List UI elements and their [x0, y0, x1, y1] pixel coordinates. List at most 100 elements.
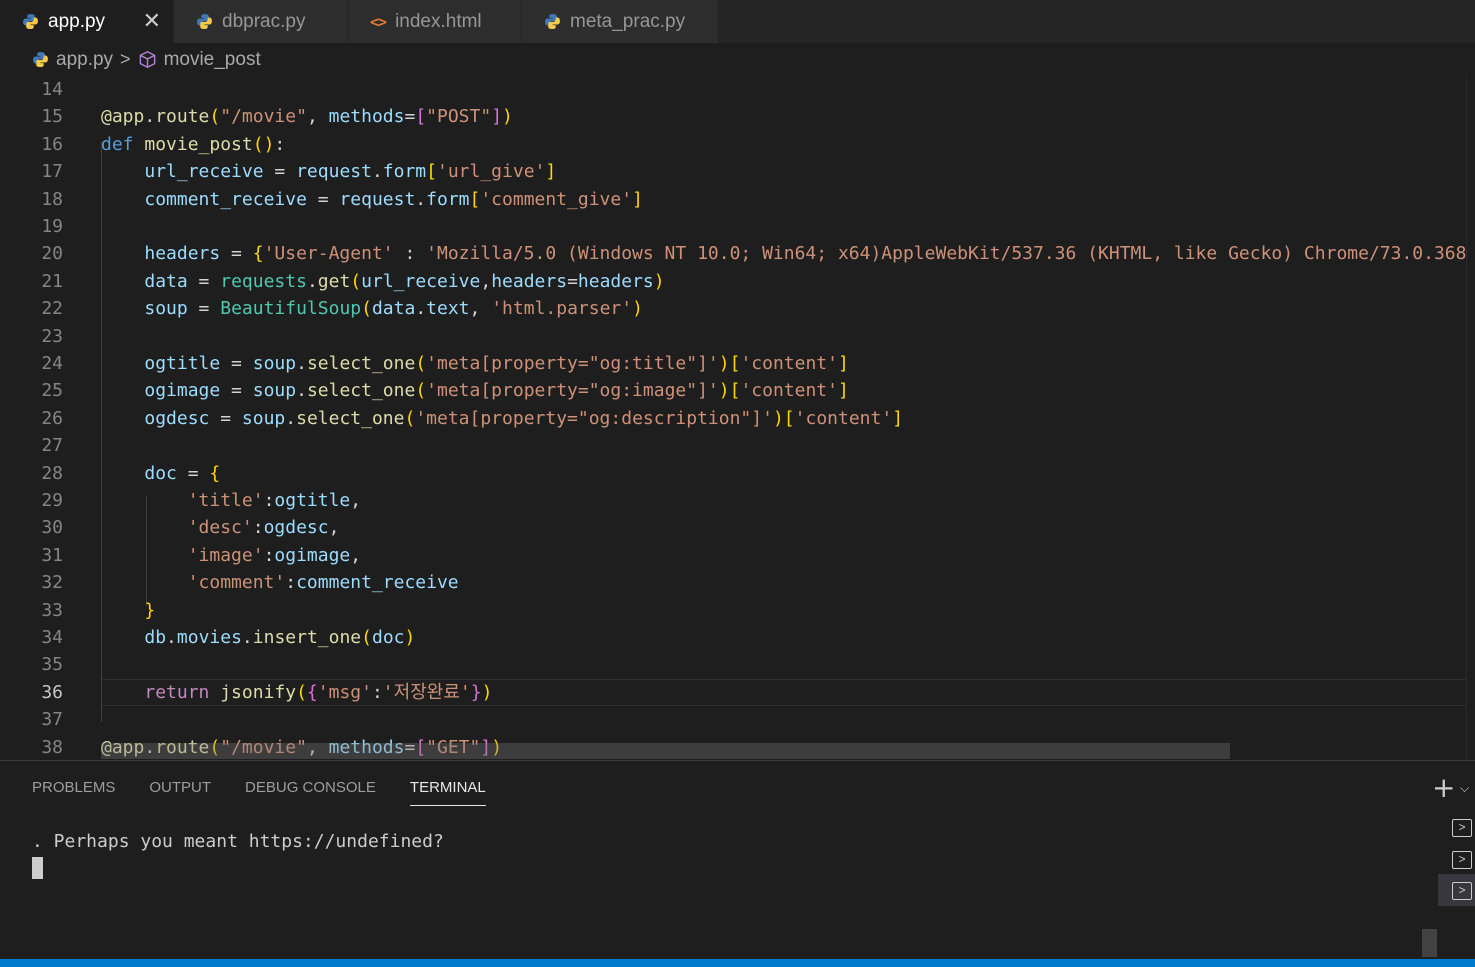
code-token: [ [729, 353, 741, 374]
code-text: @app.route("/movie", methods=["POST"]) [101, 103, 513, 130]
code-token: ogdesc [263, 517, 329, 539]
code-token: @app [101, 106, 145, 128]
code-line[interactable]: 30 'desc':ogdesc, [0, 514, 1470, 541]
tab-problems[interactable]: PROBLEMS [32, 779, 115, 805]
code-editor[interactable]: 14 15 @app.route("/movie", methods=["POST"… [0, 76, 1475, 760]
vertical-scrollbar[interactable] [1466, 76, 1475, 760]
python-icon [197, 14, 212, 29]
code-line[interactable]: 36 return jsonify({'msg':'저장완료'}) [0, 679, 1470, 706]
code-line[interactable]: 14 [0, 76, 1470, 103]
code-token: : [263, 490, 275, 511]
code-line[interactable]: 19 [0, 213, 1470, 240]
code-token: jsonify [220, 681, 297, 703]
terminal-scrollbar[interactable] [1422, 929, 1437, 957]
line-number: 28 [41, 462, 63, 484]
line-number: 27 [41, 435, 63, 457]
code-line[interactable]: 28 doc = { [0, 460, 1470, 487]
code-line[interactable]: 15 @app.route("/movie", methods=["POST"]) [0, 103, 1470, 130]
terminal-icon[interactable]: > [1452, 882, 1472, 900]
code-line[interactable]: 25 ogimage = soup.select_one('meta[prope… [0, 377, 1470, 404]
tab-debug-console[interactable]: DEBUG CONSOLE [245, 779, 376, 805]
code-token: soup [252, 353, 297, 374]
code-token: { [306, 681, 318, 703]
tab-meta-prac-py[interactable]: meta_prac.py [522, 0, 719, 43]
code-token: ) [772, 407, 784, 429]
code-token: ) [718, 353, 730, 374]
code-token: = [187, 270, 221, 292]
code-token: : [285, 572, 297, 594]
code-token: . [415, 298, 427, 320]
code-token: , [328, 517, 340, 539]
code-line[interactable]: 18 comment_receive = request.form['comme… [0, 186, 1470, 213]
code-line[interactable]: 20 headers = {'User-Agent' : 'Mozilla/5.… [0, 240, 1475, 267]
terminal-output[interactable]: . Perhaps you meant https://undefined? [32, 831, 444, 852]
code-line[interactable]: 23 [0, 323, 1470, 350]
code-token: BeautifulSoup [220, 298, 362, 320]
code-token: ] [545, 161, 557, 183]
line-number: 33 [41, 599, 63, 621]
terminal-icon[interactable]: > [1452, 819, 1472, 837]
code-line[interactable]: 29 'title':ogtitle, [0, 487, 1470, 514]
chevron-down-icon[interactable]: ⌵ [1460, 781, 1469, 796]
tab-app-py[interactable]: app.py ✕ [0, 0, 174, 43]
code-line[interactable]: 31 'image':ogimage, [0, 542, 1470, 569]
line-number: 24 [41, 353, 63, 374]
tab-index-html[interactable]: <> index.html [348, 0, 522, 43]
code-token: , [469, 298, 492, 320]
horizontal-scrollbar[interactable] [101, 743, 1230, 759]
code-line[interactable]: 17 url_receive = request.form['url_give'… [0, 158, 1470, 185]
code-text: doc = { [101, 460, 220, 487]
breadcrumb-symbol[interactable]: movie_post [164, 49, 261, 71]
tab-terminal[interactable]: TERMINAL [409, 779, 486, 806]
editor-tab-bar: app.py ✕ dbprac.py <> index.html meta_pr… [0, 0, 1475, 43]
code-token: headers [144, 243, 221, 265]
code-token: { [252, 243, 264, 265]
tab-label: meta_prac.py [570, 10, 686, 32]
code-token: url_receive [361, 270, 481, 292]
status-bar [0, 959, 1475, 967]
code-token: 'meta[property="og:description"]' [415, 407, 773, 429]
new-terminal-plus-icon[interactable]: + [1432, 771, 1455, 804]
code-token: . [296, 353, 307, 374]
code-line[interactable]: 27 [0, 432, 1470, 459]
code-token: . [415, 188, 427, 210]
code-line[interactable]: 33 } [0, 597, 1470, 624]
code-token: ) [481, 681, 493, 703]
code-line[interactable]: 37 [0, 706, 1470, 733]
code-token: data [371, 298, 416, 320]
chevron-right-icon: > [120, 49, 131, 69]
tab-output[interactable]: OUTPUT [149, 779, 211, 805]
code-token: ( [350, 270, 362, 292]
code-line[interactable]: 21 data = requests.get(url_receive,heade… [0, 268, 1470, 295]
code-token: 'content' [740, 380, 838, 402]
code-token: 'content' [740, 353, 838, 374]
code-text: comment_receive = request.form['comment_… [101, 186, 643, 213]
code-token: movie_post [144, 133, 253, 155]
code-token: 'Mozilla/5.0 (Windows NT 10.0; Win64; x6… [426, 243, 1475, 265]
cube-icon [139, 51, 155, 68]
tab-dbprac-py[interactable]: dbprac.py [174, 0, 348, 43]
terminal-icon[interactable]: > [1452, 851, 1472, 869]
code-line[interactable]: 34 db.movies.insert_one(doc) [0, 624, 1470, 651]
code-token: 'comment_give' [480, 188, 633, 210]
code-line[interactable]: 22 soup = BeautifulSoup(data.text, 'html… [0, 295, 1470, 322]
code-line[interactable]: 32 'comment':comment_receive [0, 569, 1470, 596]
code-line[interactable]: 26 ogdesc = soup.select_one('meta[proper… [0, 405, 1470, 432]
code-token: : [252, 517, 264, 539]
close-icon[interactable]: ✕ [143, 8, 161, 34]
line-number: 20 [41, 243, 63, 265]
code-token: ] [491, 106, 503, 128]
code-line[interactable]: 24 ogtitle = soup.select_one('meta[prope… [0, 350, 1470, 377]
breadcrumb-file[interactable]: app.py [56, 49, 113, 71]
code-token: ] [838, 380, 849, 402]
code-text: } [101, 597, 155, 624]
code-line[interactable]: 35 [0, 651, 1470, 678]
line-number: 21 [41, 270, 63, 292]
code-text: return jsonify({'msg':'저장완료'}) [101, 679, 492, 706]
code-line[interactable]: 16 def movie_post(): [0, 131, 1470, 158]
